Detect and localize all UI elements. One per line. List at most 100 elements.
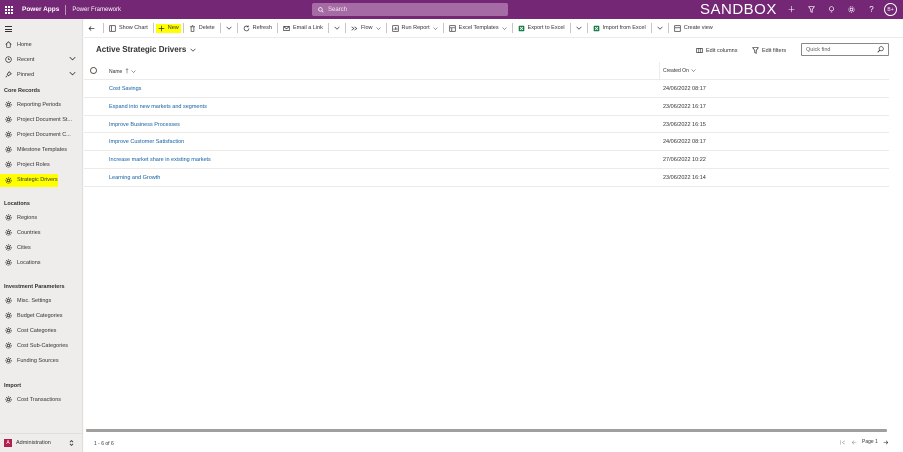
lightbulb-icon[interactable] (826, 4, 837, 15)
sidebar-group-title: Investment Parameters (4, 284, 65, 290)
chart-icon (109, 24, 116, 32)
page-number: Page 1 (862, 439, 878, 445)
delete-more-chevron[interactable] (223, 19, 235, 38)
new-button[interactable]: New (155, 23, 181, 33)
back-button[interactable] (84, 19, 101, 38)
excel-templates-button[interactable]: Excel Templates (446, 19, 510, 38)
table-row[interactable]: Increase market share in existing market… (84, 151, 889, 169)
horizontal-scrollbar[interactable] (86, 429, 887, 432)
sidebar-item-pinned[interactable]: Pinned (0, 68, 82, 81)
sidebar-item-milestone-templates[interactable]: Milestone Templates (0, 143, 82, 156)
record-name-link[interactable]: Increase market share in existing market… (109, 157, 211, 163)
chevron-down-icon (576, 26, 582, 30)
command-divider (103, 23, 104, 33)
import-more-chevron[interactable] (654, 19, 666, 38)
email-more-chevron[interactable] (331, 19, 343, 38)
entity-gear-icon (4, 146, 12, 154)
sidebar-item-project-roles[interactable]: Project Roles (0, 158, 82, 171)
sidebar-item-funding-sources[interactable]: Funding Sources (0, 354, 82, 367)
plus-icon[interactable]: ＋ (786, 4, 797, 15)
sidebar-item-strategic-drivers[interactable]: Strategic Drivers (0, 173, 58, 187)
sidebar-item-label: Cities (17, 244, 31, 251)
sidebar-item-label: Home (17, 41, 32, 48)
show-chart-button[interactable]: Show Chart (106, 19, 151, 38)
created-on-cell: 24/06/2022 08:17 (663, 86, 706, 92)
global-search-input[interactable]: Search (312, 3, 508, 16)
excel-templates-label: Excel Templates (458, 25, 499, 31)
flow-button[interactable]: Flow (348, 19, 384, 38)
sidebar-item-countries[interactable]: Countries (0, 226, 82, 239)
filter-icon[interactable] (806, 4, 817, 15)
hamburger-icon[interactable] (5, 26, 12, 34)
view-title: Active Strategic Drivers (96, 45, 187, 54)
table-row[interactable]: Improve Customer Satisfaction 24/06/2022 … (84, 133, 889, 152)
sidebar-item-label: Cost Transactions (17, 396, 62, 403)
app-name[interactable]: Power Framework (66, 0, 121, 19)
chevron-down-icon[interactable] (69, 71, 76, 78)
sidebar-item-recent[interactable]: Recent (0, 53, 82, 66)
edit-columns-button[interactable]: Edit columns (696, 47, 738, 54)
table-row[interactable]: Expand into new markets and segments 23/0… (84, 98, 889, 116)
run-report-button[interactable]: Run Report (389, 19, 441, 38)
delete-button[interactable]: Delete (186, 19, 218, 38)
sidebar-item-cost-transactions[interactable]: Cost Transactions (0, 393, 82, 406)
sidebar-item-label: Cost Categories (17, 327, 57, 334)
entity-gear-icon (4, 297, 12, 305)
table-row[interactable]: Learning and Growth 23/06/2022 16:14 (84, 169, 889, 187)
show-chart-label: Show Chart (119, 25, 148, 31)
search-icon[interactable] (877, 46, 884, 55)
command-divider (385, 23, 387, 33)
sidebar-item-cost-sub-categories[interactable]: Cost Sub-Categories (0, 339, 82, 352)
created-on-cell: 23/06/2022 16:14 (663, 174, 706, 181)
quick-find-input[interactable]: Quick find (801, 43, 889, 56)
search-placeholder: Search (328, 6, 348, 13)
sidebar-item-reporting-periods[interactable]: Reporting Periods (0, 98, 82, 111)
sidebar-item-cost-categories[interactable]: Cost Categories (0, 324, 82, 337)
first-page-icon[interactable] (840, 439, 846, 445)
area-switcher[interactable]: A Administration (0, 433, 82, 452)
record-name-link[interactable]: Improve Customer Satisfaction (109, 139, 184, 145)
previous-page-icon[interactable] (851, 439, 857, 445)
export-more-chevron[interactable] (573, 19, 585, 38)
view-selector[interactable]: Active Strategic Drivers (96, 45, 196, 54)
sidebar-item-project-document-c[interactable]: Project Document C... (0, 128, 82, 141)
sidebar-item-regions[interactable]: Regions (0, 211, 82, 224)
brand-name[interactable]: Power Apps (18, 0, 65, 19)
avatar[interactable]: B+ (884, 3, 897, 16)
sidebar-item-misc-settings[interactable]: Misc. Settings (0, 294, 82, 307)
sidebar-group-title: Core Records (4, 88, 41, 94)
sidebar-item-label: Budget Categories (17, 312, 63, 319)
sidebar-item-locations[interactable]: Locations (0, 256, 82, 269)
import-excel-button[interactable]: Import from Excel (590, 19, 649, 38)
edit-filters-button[interactable]: Edit filters (752, 47, 786, 54)
column-header-created-on[interactable]: Created On (663, 68, 696, 74)
record-name-link[interactable]: Improve Business Processes (109, 122, 180, 128)
record-name-link[interactable]: Learning and Growth (109, 175, 160, 181)
select-all-checkbox[interactable] (90, 67, 97, 74)
sidebar-item-label: Milestone Templates (17, 146, 68, 153)
app-launcher-icon[interactable] (0, 0, 18, 19)
record-name-link[interactable]: Expand into new markets and segments (109, 104, 207, 110)
chevron-down-icon[interactable] (69, 56, 76, 63)
area-label: Administration (16, 440, 51, 446)
table-row[interactable]: Cost Savings 24/06/2022 08:17 (84, 80, 889, 98)
entity-gear-icon (4, 244, 12, 252)
column-divider[interactable] (659, 62, 660, 80)
help-icon[interactable]: ? (866, 4, 877, 15)
gear-icon[interactable] (846, 4, 857, 15)
column-header-name[interactable]: Name (109, 68, 137, 76)
record-name-link[interactable]: Cost Savings (109, 86, 141, 92)
sitemap-sidebar: Home Recent Pinned Core Records Reportin… (0, 19, 83, 452)
sidebar-item-budget-categories[interactable]: Budget Categories (0, 309, 82, 322)
create-view-button[interactable]: Create view (671, 19, 716, 38)
refresh-button[interactable]: Refresh (240, 19, 275, 38)
next-page-icon[interactable] (883, 439, 889, 445)
export-excel-button[interactable]: Export to Excel (515, 19, 568, 38)
report-icon (391, 24, 399, 32)
sidebar-item-cities[interactable]: Cities (0, 241, 82, 254)
sidebar-item-project-document-st[interactable]: Project Document St... (0, 113, 82, 126)
sidebar-item-home[interactable]: Home (0, 38, 82, 51)
sort-up-icon (125, 68, 129, 76)
email-link-button[interactable]: Email a Link (280, 19, 326, 38)
table-row[interactable]: Improve Business Processes 23/06/2022 16:… (84, 116, 889, 134)
